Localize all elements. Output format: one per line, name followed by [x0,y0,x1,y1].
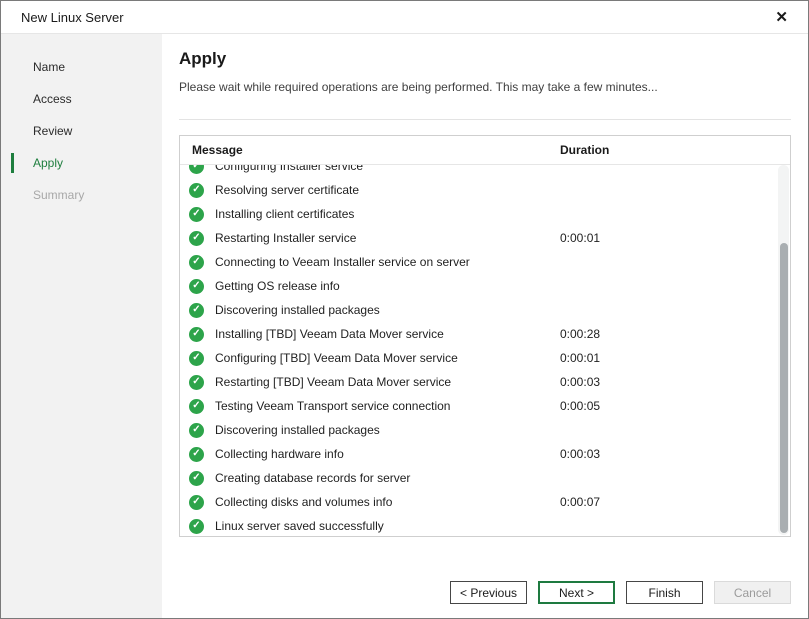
sidebar-item-summary[interactable]: Summary [1,179,162,211]
table-row[interactable]: ✓ Restarting Installer service0:00:01 [181,226,777,250]
row-message: Installing client certificates [215,207,560,221]
table-row[interactable]: ✓ Configuring [TBD] Veeam Data Mover serv… [181,346,777,370]
row-duration: 0:00:01 [560,351,600,365]
row-message: Resolving server certificate [215,183,560,197]
row-message: Configuring Installer service [215,165,560,173]
new-linux-server-dialog: New Linux Server ✕ Name Access Review Apply… [0,0,809,619]
success-check-icon: ✓ [189,183,204,198]
next-button[interactable]: Next > [538,581,615,604]
finish-button[interactable]: Finish [626,581,703,604]
sidebar-item-name[interactable]: Name [1,51,162,83]
success-check-icon: ✓ [189,165,204,174]
row-message: Discovering installed packages [215,303,560,317]
table-row[interactable]: ✓ Installing client certificates [181,202,777,226]
row-message: Creating database records for server [215,471,560,485]
table-row[interactable]: ✓ Installing [TBD] Veeam Data Mover servi… [181,322,777,346]
cancel-button: Cancel [714,581,791,604]
row-duration: 0:00:05 [560,399,600,413]
table-row[interactable]: ✓ Creating database records for server [181,466,777,490]
table-row[interactable]: ✓ Resolving server certificate [181,178,777,202]
window-title: New Linux Server [21,10,124,25]
row-message: Connecting to Veeam Installer service on… [215,255,560,269]
row-message: Installing [TBD] Veeam Data Mover servic… [215,327,560,341]
success-check-icon: ✓ [189,447,204,462]
scrollbar-thumb[interactable] [780,243,788,533]
table-row[interactable]: ✓ Discovering installed packages [181,418,777,442]
dialog-body: Name Access Review Apply Summary Apply Pleas… [1,34,808,619]
table-rows-viewport[interactable]: ✓ Configuring Installer service ✓ Resolving… [181,165,777,535]
table-row[interactable]: ✓ Getting OS release info [181,274,777,298]
success-check-icon: ✓ [189,327,204,342]
table-row[interactable]: ✓ Collecting hardware info0:00:03 [181,442,777,466]
wizard-steps-sidebar: Name Access Review Apply Summary [1,34,162,619]
main-content: Apply Please wait while required operati… [162,34,808,619]
page-subtitle: Please wait while required operations ar… [179,80,791,94]
row-message: Linux server saved successfully [215,519,560,533]
success-check-icon: ✓ [189,279,204,294]
success-check-icon: ✓ [189,351,204,366]
success-check-icon: ✓ [189,207,204,222]
row-message: Testing Veeam Transport service connecti… [215,399,560,413]
sidebar-item-review[interactable]: Review [1,115,162,147]
row-message: Discovering installed packages [215,423,560,437]
success-check-icon: ✓ [189,471,204,486]
row-duration: 0:00:07 [560,495,600,509]
row-message: Collecting disks and volumes info [215,495,560,509]
vertical-scrollbar[interactable] [778,165,789,535]
row-duration: 0:00:01 [560,231,600,245]
column-header-message: Message [192,143,243,157]
row-message: Restarting Installer service [215,231,560,245]
success-check-icon: ✓ [189,231,204,246]
close-icon[interactable]: ✕ [775,10,788,25]
titlebar: New Linux Server ✕ [1,1,808,34]
page-title: Apply [179,49,791,69]
sidebar-item-label: Summary [33,188,84,202]
sidebar-item-label: Apply [33,156,63,170]
table-row[interactable]: ✓ Discovering installed packages [181,298,777,322]
previous-button[interactable]: < Previous [450,581,527,604]
success-check-icon: ✓ [189,399,204,414]
row-message: Collecting hardware info [215,447,560,461]
row-duration: 0:00:03 [560,375,600,389]
table-row[interactable]: ✓ Restarting [TBD] Veeam Data Mover servi… [181,370,777,394]
table-row[interactable]: ✓ Connecting to Veeam Installer service o… [181,250,777,274]
success-check-icon: ✓ [189,423,204,438]
sidebar-item-label: Name [33,60,65,74]
wizard-buttons: < Previous Next > Finish Cancel [450,581,791,604]
row-message: Restarting [TBD] Veeam Data Mover servic… [215,375,560,389]
divider [179,119,791,120]
active-step-indicator [11,153,14,173]
sidebar-item-access[interactable]: Access [1,83,162,115]
sidebar-item-label: Review [33,124,72,138]
success-check-icon: ✓ [189,303,204,318]
sidebar-item-apply[interactable]: Apply [1,147,162,179]
table-header: Message Duration [180,136,790,165]
table-row[interactable]: ✓ Collecting disks and volumes info0:00:0… [181,490,777,514]
table-row[interactable]: ✓ Linux server saved successfully [181,514,777,535]
row-message: Getting OS release info [215,279,560,293]
success-check-icon: ✓ [189,255,204,270]
operations-table: Message Duration ✓ Configuring Installer … [179,135,791,537]
sidebar-item-label: Access [33,92,72,106]
success-check-icon: ✓ [189,519,204,534]
table-row[interactable]: ✓ Testing Veeam Transport service connect… [181,394,777,418]
table-row[interactable]: ✓ Configuring Installer service [181,165,777,178]
success-check-icon: ✓ [189,495,204,510]
success-check-icon: ✓ [189,375,204,390]
row-message: Configuring [TBD] Veeam Data Mover servi… [215,351,560,365]
row-duration: 0:00:28 [560,327,600,341]
row-duration: 0:00:03 [560,447,600,461]
column-header-duration: Duration [560,143,609,157]
